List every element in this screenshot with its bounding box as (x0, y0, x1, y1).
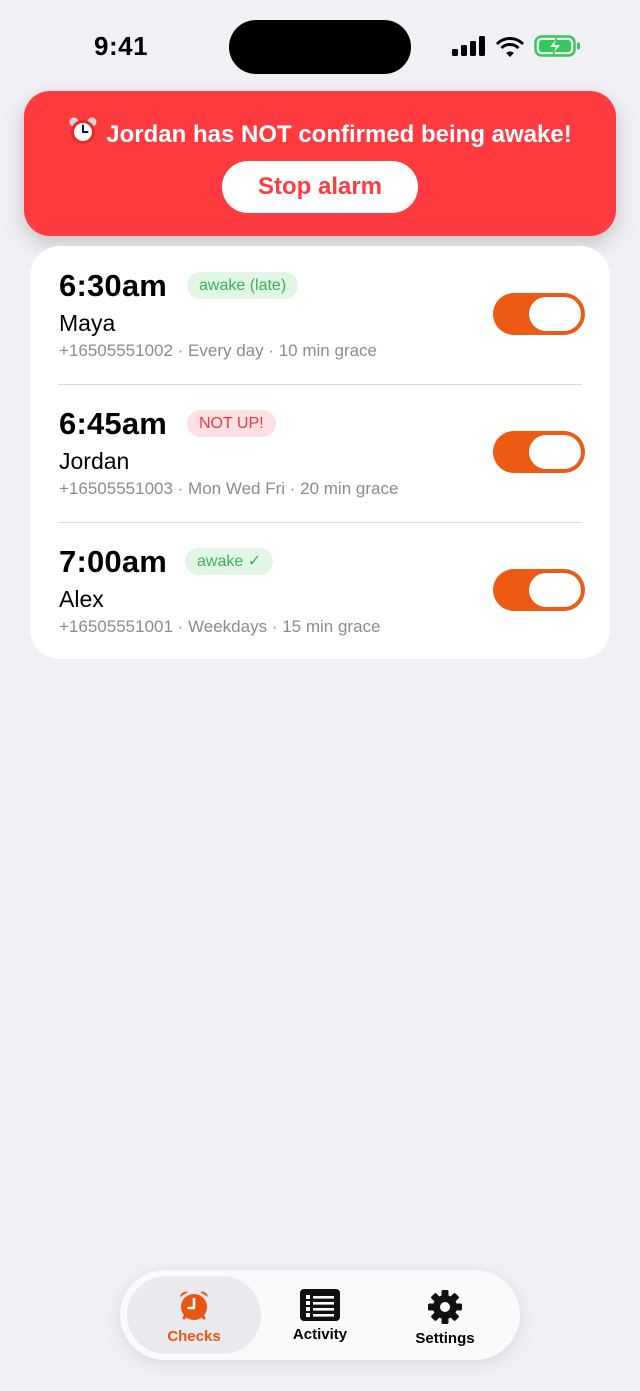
status-badge: awake ✓ (185, 548, 274, 575)
check-person-name: Maya (59, 310, 116, 336)
alert-message: Jordan has NOT confirmed being awake! (106, 121, 572, 148)
signal-icon (452, 36, 485, 56)
battery-charging-icon (534, 35, 580, 57)
status-icons (452, 34, 582, 58)
check-row-jordan[interactable]: 6:45am NOT UP! Jordan +16505551003 · Mon… (30, 384, 610, 522)
alert-message-line: Jordan has NOT confirmed being awake! (24, 116, 616, 149)
tab-label: Checks (167, 1328, 221, 1345)
wifi-icon (496, 36, 524, 57)
list-icon (300, 1289, 340, 1321)
tab-label: Activity (292, 1326, 348, 1343)
checks-screen: 9:41 Jordan has NOT confirmed being awak… (0, 0, 640, 1391)
tab-activity[interactable]: Activity (253, 1276, 387, 1354)
check-time: 6:45am (59, 406, 168, 441)
tab-label: Settings (415, 1330, 475, 1347)
check-row-alex[interactable]: 7:00am awake ✓ Alex +16505551001 · Weekd… (30, 522, 610, 660)
check-person-name: Jordan (59, 448, 130, 474)
status-badge: NOT UP! (187, 410, 276, 437)
check-details: +16505551002 · Every day · 10 min grace (59, 341, 378, 360)
check-enabled-toggle[interactable] (493, 293, 585, 335)
stop-alarm-button[interactable]: Stop alarm (222, 161, 418, 213)
tab-bar: Checks Activity Settings (120, 1270, 520, 1360)
check-details: +16505551001 · Weekdays · 15 min grace (59, 617, 381, 636)
check-enabled-toggle[interactable] (493, 431, 585, 473)
alarm-clock-icon (69, 117, 97, 144)
check-enabled-toggle[interactable] (493, 569, 585, 611)
check-time: 7:00am (59, 544, 168, 579)
alarm-clock-icon (177, 1289, 211, 1323)
status-badge: awake (late) (187, 272, 299, 299)
check-details: +16505551003 · Mon Wed Fri · 20 min grac… (59, 479, 399, 498)
gear-icon (427, 1289, 463, 1325)
status-time: 9:41 (94, 31, 149, 61)
toggle-knob (529, 435, 581, 469)
status-bar: 9:41 (0, 0, 640, 94)
tab-checks[interactable]: Checks (127, 1276, 261, 1354)
checks-list-card: 6:30am awake (late) Maya +16505551002 · … (30, 246, 610, 659)
check-time: 6:30am (59, 268, 168, 303)
toggle-knob (529, 573, 581, 607)
toggle-knob (529, 297, 581, 331)
check-row-maya[interactable]: 6:30am awake (late) Maya +16505551002 · … (30, 246, 610, 384)
tab-settings[interactable]: Settings (378, 1276, 512, 1354)
dynamic-island (229, 20, 411, 74)
alarm-alert-banner: Jordan has NOT confirmed being awake! St… (24, 91, 616, 236)
check-person-name: Alex (59, 586, 104, 612)
